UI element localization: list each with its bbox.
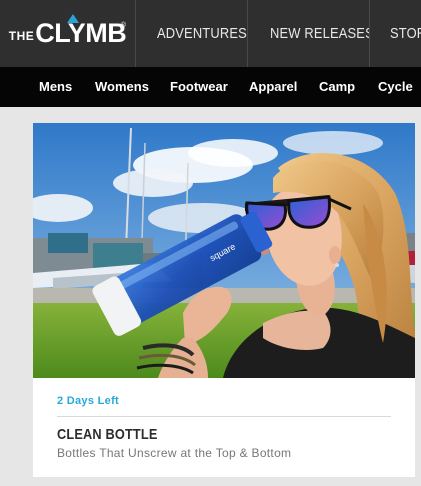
product-card[interactable]: square 2 Days Left CLEAN BOTTLE Bottles … <box>33 123 415 477</box>
nav-new-releases[interactable]: NEW RELEASES <box>248 0 370 67</box>
card-divider <box>57 416 391 417</box>
category-nav: Mens Womens Footwear Apparel Camp Cycle <box>0 67 421 107</box>
time-left-label: 2 Days Left <box>57 395 119 407</box>
logo-brand: CLYMB <box>35 18 127 48</box>
registered-mark: ® <box>120 22 126 29</box>
nav-adventures-label: ADVENTURES <box>157 25 247 42</box>
site-logo[interactable]: THE CLYMB ® <box>0 0 136 67</box>
category-womens[interactable]: Womens <box>95 79 149 94</box>
nav-new-releases-label: NEW RELEASES <box>270 25 370 42</box>
product-image[interactable]: square <box>33 123 415 378</box>
category-camp[interactable]: Camp <box>319 79 355 94</box>
nav-store[interactable]: STORE <box>370 0 421 67</box>
mountain-peak-icon <box>67 14 79 23</box>
nav-adventures[interactable]: ADVENTURES <box>136 0 248 67</box>
category-mens[interactable]: Mens <box>39 79 72 94</box>
top-header: THE CLYMB ® ADVENTURES NEW RELEASES STOR… <box>0 0 421 67</box>
product-title-text: CLEAN BOTTLE <box>57 426 158 443</box>
category-cycle[interactable]: Cycle <box>378 79 413 94</box>
logo-prefix: THE <box>8 28 35 43</box>
category-footwear[interactable]: Footwear <box>170 79 228 94</box>
product-title[interactable]: CLEAN BOTTLE <box>57 426 175 443</box>
category-apparel[interactable]: Apparel <box>249 79 297 94</box>
product-subtitle: Bottles That Unscrew at the Top & Bottom <box>57 446 292 460</box>
nav-store-label: STORE <box>390 25 421 42</box>
